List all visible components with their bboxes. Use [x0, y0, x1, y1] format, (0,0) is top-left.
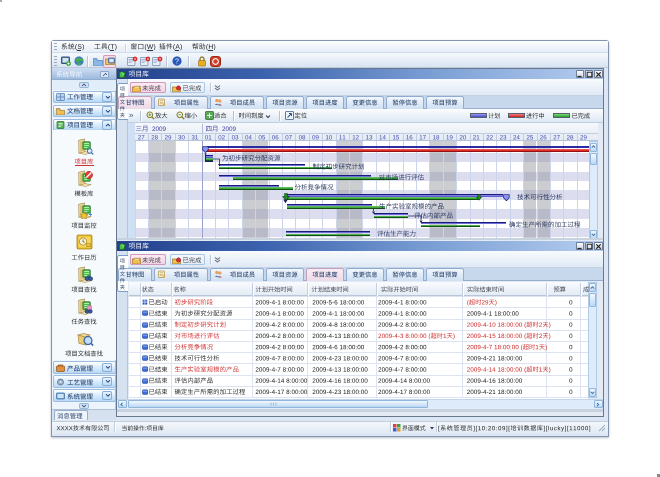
svg-text:?: ?: [175, 59, 179, 66]
